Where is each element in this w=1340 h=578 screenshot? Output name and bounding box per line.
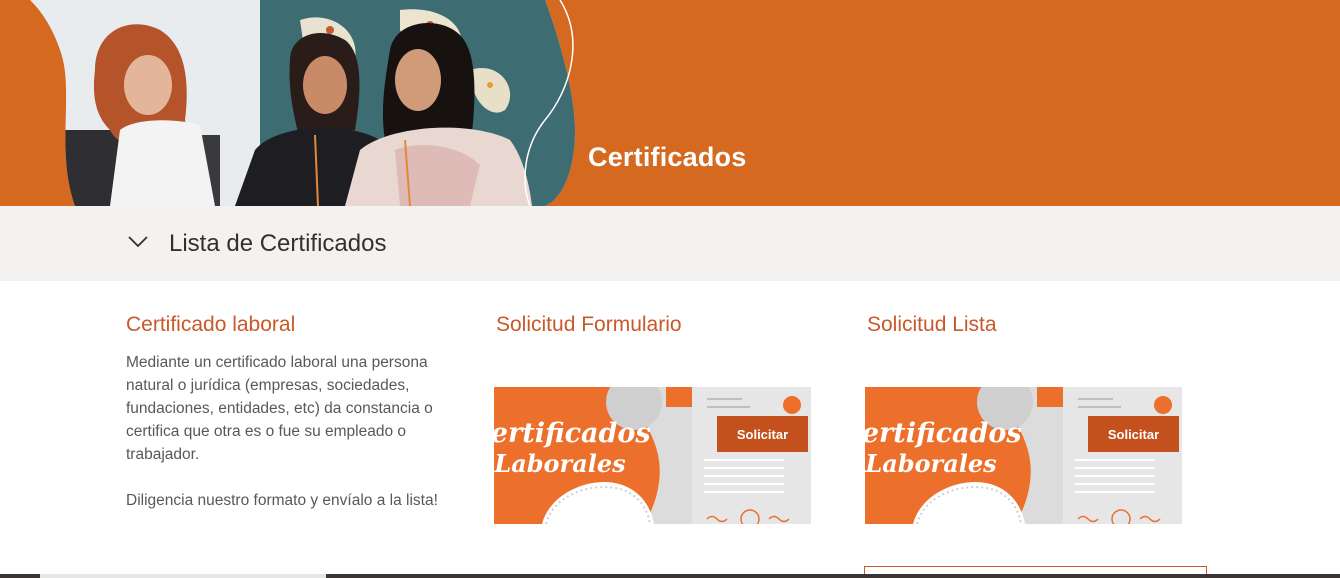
- page-title: Certificados: [588, 142, 747, 172]
- solicitar-button[interactable]: Solicitar: [717, 416, 808, 452]
- bottom-strip-segment: [40, 574, 326, 578]
- solicitud-lista-card[interactable]: Certificados Laborales Solicitar: [865, 387, 1182, 524]
- hero-photo: [30, 0, 575, 206]
- card-line1: Certificados: [494, 418, 651, 449]
- certificados-laborales-image: Certificados Laborales: [865, 387, 1182, 524]
- section-title: Lista de Certificados: [169, 230, 387, 257]
- solicitud-formulario-card[interactable]: Certificados Laborales Solicitar: [494, 387, 811, 524]
- card-line2: Laborales: [494, 449, 626, 478]
- solicitud-lista-heading: Solicitud Lista: [867, 313, 997, 336]
- description-paragraph: Mediante un certificado laboral una pers…: [126, 354, 433, 463]
- chevron-down-icon[interactable]: [127, 234, 149, 250]
- card-line1: Certificados: [865, 418, 1022, 449]
- description-paragraph: Diligencia nuestro formato y envíalo a l…: [126, 492, 438, 509]
- certificados-laborales-image: Certificados Laborales: [494, 387, 811, 524]
- hero-banner: Certificados: [0, 0, 1340, 206]
- solicitar-button[interactable]: Solicitar: [1088, 416, 1179, 452]
- certificado-laboral-description: Mediante un certificado laboral una pers…: [126, 351, 466, 512]
- bottom-strip: [0, 574, 1340, 578]
- solicitud-formulario-heading: Solicitud Formulario: [496, 313, 682, 336]
- certificado-laboral-heading: Certificado laboral: [126, 313, 296, 336]
- card-line2: Laborales: [865, 449, 997, 478]
